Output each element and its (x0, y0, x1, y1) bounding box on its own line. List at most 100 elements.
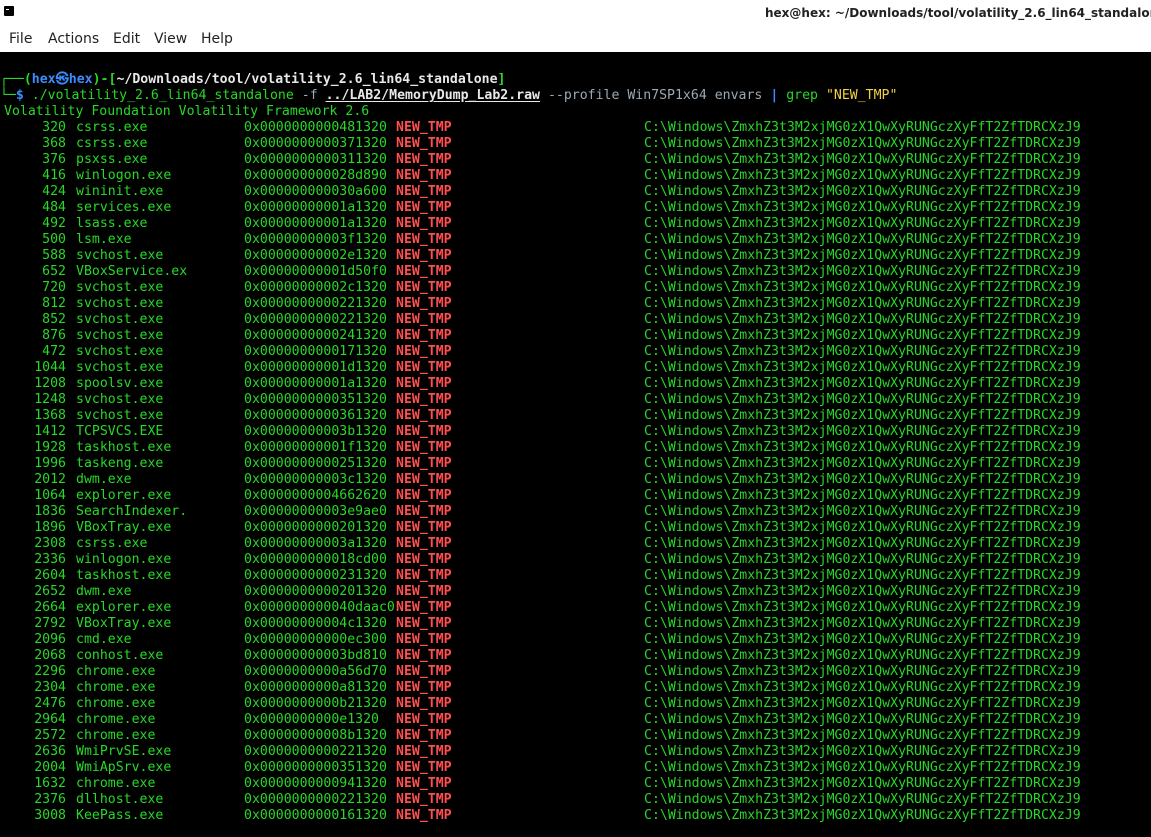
value-cell: C:\Windows\ZmxhZ3t3M2xjMG0zX1QwXyRUNGczX… (644, 760, 1081, 775)
table-row: 2792 VBoxTray.exe 0x00000000004c1320 NEW_TM… (0, 616, 1151, 632)
variable-cell: NEW_TMP (396, 648, 452, 663)
variable-cell: NEW_TMP (396, 200, 452, 215)
variable-cell: NEW_TMP (396, 616, 452, 631)
pid-cell: 1928 (34, 440, 66, 455)
menu-file[interactable]: File (9, 31, 32, 47)
prompt-line-2: └─$ ./volatility_2.6_lin64_standalone -f… (0, 88, 898, 103)
menu-edit[interactable]: Edit (113, 31, 140, 47)
pid-cell: 2636 (34, 744, 66, 759)
table-row: 588 svchost.exe 0x00000000002e1320 NEW_TMP C… (0, 248, 1151, 264)
table-row: 2296 chrome.exe 0x0000000000a56d70 NEW_TMP C… (0, 664, 1151, 680)
prompt-host: hex (68, 72, 93, 87)
variable-cell: NEW_TMP (396, 152, 452, 167)
table-row: 1412 TCPSVCS.EXE 0x00000000003b1320 NEW_TMP… (0, 424, 1151, 440)
table-row: 852 svchost.exe 0x0000000000221320 NEW_TMP C… (0, 312, 1151, 328)
value-cell: C:\Windows\ZmxhZ3t3M2xjMG0zX1QwXyRUNGczX… (644, 152, 1081, 167)
variable-cell: NEW_TMP (396, 456, 452, 471)
value-cell: C:\Windows\ZmxhZ3t3M2xjMG0zX1QwXyRUNGczX… (644, 456, 1081, 471)
table-row: 1044 svchost.exe 0x00000000001d1320 NEW_TMP… (0, 360, 1151, 376)
value-cell: C:\Windows\ZmxhZ3t3M2xjMG0zX1QwXyRUNGczX… (644, 792, 1081, 807)
process-cell: svchost.exe (76, 328, 164, 343)
block-cell: 0x0000000000361320 (244, 408, 387, 423)
table-row: 812 svchost.exe 0x0000000000221320 NEW_TMP C… (0, 296, 1151, 312)
block-cell: 0x0000000000351320 (244, 392, 387, 407)
process-cell: VBoxTray.exe (76, 520, 172, 535)
value-cell: C:\Windows\ZmxhZ3t3M2xjMG0zX1QwXyRUNGczX… (644, 520, 1081, 535)
table-row: 368 csrss.exe 0x0000000000371320 NEW_TMP C:\… (0, 136, 1151, 152)
value-cell: C:\Windows\ZmxhZ3t3M2xjMG0zX1QwXyRUNGczX… (644, 808, 1081, 823)
variable-cell: NEW_TMP (396, 808, 452, 823)
variable-cell: NEW_TMP (396, 120, 452, 135)
block-cell: 0x00000000003a1320 (244, 536, 387, 551)
pid-cell: 1896 (34, 520, 66, 535)
block-cell: 0x00000000004c1320 (244, 616, 387, 631)
table-row: 2068 conhost.exe 0x00000000003bd810 NEW_TMP… (0, 648, 1151, 664)
block-cell: 0x0000000000351320 (244, 760, 387, 775)
pid-cell: 2792 (34, 616, 66, 631)
menu-view[interactable]: View (154, 31, 187, 47)
variable-cell: NEW_TMP (396, 376, 452, 391)
table-row: 492 lsass.exe 0x00000000001a1320 NEW_TMP C:\… (0, 216, 1151, 232)
process-cell: conhost.exe (76, 648, 164, 663)
value-cell: C:\Windows\ZmxhZ3t3M2xjMG0zX1QwXyRUNGczX… (644, 664, 1081, 679)
variable-cell: NEW_TMP (396, 248, 452, 263)
process-cell: svchost.exe (76, 248, 164, 263)
pid-cell: 2652 (34, 584, 66, 599)
cmd-pipe: | (770, 88, 779, 103)
process-cell: WmiPrvSE.exe (76, 744, 172, 759)
block-cell: 0x00000000003f1320 (244, 232, 387, 247)
value-cell: C:\Windows\ZmxhZ3t3M2xjMG0zX1QwXyRUNGczX… (644, 776, 1081, 791)
value-cell: C:\Windows\ZmxhZ3t3M2xjMG0zX1QwXyRUNGczX… (644, 488, 1081, 503)
block-cell: 0x0000000000201320 (244, 520, 387, 535)
pid-cell: 500 (42, 232, 66, 247)
pid-cell: 812 (42, 296, 66, 311)
process-cell: cmd.exe (76, 632, 132, 647)
value-cell: C:\Windows\ZmxhZ3t3M2xjMG0zX1QwXyRUNGczX… (644, 616, 1081, 631)
process-cell: csrss.exe (76, 536, 148, 551)
block-cell: 0x000000000030a600 (244, 184, 387, 199)
process-cell: svchost.exe (76, 344, 164, 359)
block-cell: 0x00000000001d50f0 (244, 264, 387, 279)
table-row: 2096 cmd.exe 0x00000000000ec300 NEW_TMP C:\W… (0, 632, 1151, 648)
menu-actions[interactable]: Actions (48, 31, 99, 47)
variable-cell: NEW_TMP (396, 392, 452, 407)
process-cell: VBoxService.ex (76, 264, 188, 279)
table-row: 472 svchost.exe 0x0000000000171320 NEW_TMP C… (0, 344, 1151, 360)
process-cell: svchost.exe (76, 296, 164, 311)
value-cell: C:\Windows\ZmxhZ3t3M2xjMG0zX1QwXyRUNGczX… (644, 184, 1081, 199)
table-row: 1208 spoolsv.exe 0x00000000001a1320 NEW_TMP… (0, 376, 1151, 392)
table-row: 2308 csrss.exe 0x00000000003a1320 NEW_TMP C:… (0, 536, 1151, 552)
value-cell: C:\Windows\ZmxhZ3t3M2xjMG0zX1QwXyRUNGczX… (644, 296, 1081, 311)
variable-cell: NEW_TMP (396, 232, 452, 247)
block-cell: 0x0000000000251320 (244, 456, 387, 471)
variable-cell: NEW_TMP (396, 584, 452, 599)
variable-cell: NEW_TMP (396, 760, 452, 775)
value-cell: C:\Windows\ZmxhZ3t3M2xjMG0zX1QwXyRUNGczX… (644, 136, 1081, 151)
variable-cell: NEW_TMP (396, 600, 452, 615)
block-cell: 0x0000000000e1320 (244, 712, 379, 727)
process-cell: chrome.exe (76, 728, 156, 743)
block-cell: 0x0000000000a81320 (244, 680, 387, 695)
table-row: 376 psxss.exe 0x0000000000311320 NEW_TMP C:\… (0, 152, 1151, 168)
table-row: 1996 taskeng.exe 0x0000000000251320 NEW_TMP… (0, 456, 1151, 472)
variable-cell: NEW_TMP (396, 328, 452, 343)
process-cell: WmiApSrv.exe (76, 760, 172, 775)
pid-cell: 424 (42, 184, 66, 199)
variable-cell: NEW_TMP (396, 184, 452, 199)
pid-cell: 2304 (34, 680, 66, 695)
table-row: 2304 chrome.exe 0x0000000000a81320 NEW_TMP C… (0, 680, 1151, 696)
variable-cell: NEW_TMP (396, 568, 452, 583)
menu-help[interactable]: Help (201, 31, 233, 47)
pid-cell: 472 (42, 344, 66, 359)
variable-cell: NEW_TMP (396, 424, 452, 439)
terminal-output[interactable]: ┌──(hex㉿hex)-[~/Downloads/tool/volatilit… (0, 52, 1151, 837)
block-cell: 0x0000000000221320 (244, 312, 387, 327)
table-row: 2004 WmiApSrv.exe 0x0000000000351320 NEW_TM… (0, 760, 1151, 776)
pid-cell: 1632 (34, 776, 66, 791)
process-cell: chrome.exe (76, 712, 156, 727)
pid-cell: 1368 (34, 408, 66, 423)
value-cell: C:\Windows\ZmxhZ3t3M2xjMG0zX1QwXyRUNGczX… (644, 584, 1081, 599)
block-cell: 0x00000000001a1320 (244, 376, 387, 391)
table-row: 500 lsm.exe 0x00000000003f1320 NEW_TMP C:\Wi… (0, 232, 1151, 248)
variable-cell: NEW_TMP (396, 520, 452, 535)
